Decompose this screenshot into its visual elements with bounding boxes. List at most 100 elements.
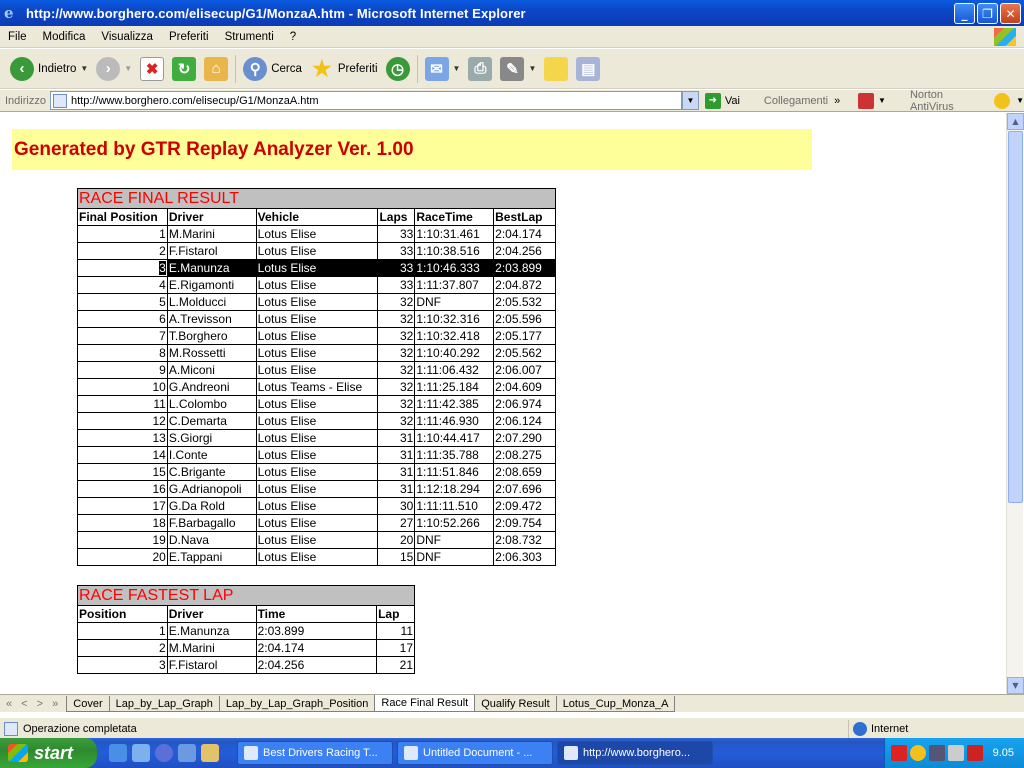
- table-cell: I.Conte: [166, 446, 257, 464]
- ie-quicklaunch-icon[interactable]: [109, 744, 127, 762]
- table-cell: 32: [377, 361, 416, 379]
- sheet-tab[interactable]: Lap_by_Lap_Graph_Position: [218, 696, 376, 712]
- table-cell: 32: [377, 412, 416, 430]
- ie-icon: e: [4, 4, 14, 22]
- norton-tray-icon[interactable]: [910, 745, 926, 761]
- address-input[interactable]: http://www.borghero.com/elisecup/G1/Monz…: [49, 91, 683, 110]
- favorites-button[interactable]: ★ Preferiti: [306, 52, 382, 86]
- note-icon: [544, 56, 569, 81]
- address-bar: Indirizzo http://www.borghero.com/elisec…: [0, 89, 1024, 113]
- menu-file[interactable]: File: [0, 31, 35, 43]
- network-icon[interactable]: [929, 745, 945, 761]
- print-button[interactable]: ⎙: [464, 52, 496, 86]
- vertical-scrollbar[interactable]: ▲ ▼: [1006, 113, 1024, 694]
- table-cell: 32: [377, 293, 416, 311]
- minimize-button[interactable]: _: [954, 3, 975, 24]
- sheet-tab[interactable]: Race Final Result: [374, 695, 476, 712]
- sheet-nav-arrows[interactable]: « < > »: [0, 695, 67, 712]
- task-button-untitled[interactable]: Untitled Document - ...: [397, 741, 553, 765]
- star-icon: ★: [312, 55, 332, 81]
- task-button-drivers[interactable]: Best Drivers Racing T...: [237, 741, 393, 765]
- search-button[interactable]: ⚲ Cerca: [239, 52, 306, 86]
- table-cell: 17: [376, 639, 415, 657]
- table-cell: M.Rossetti: [166, 344, 257, 362]
- table-row: 17 G.Da Rold Lotus Elise 30 1:11:11.510 2:09.…: [77, 497, 556, 515]
- media-player-icon[interactable]: [155, 744, 173, 762]
- document-icon: [404, 746, 418, 760]
- chevron-down-icon[interactable]: ▼: [1016, 96, 1024, 105]
- windows-logo-icon: [8, 744, 28, 762]
- table-cell: G.Andreoni: [166, 378, 257, 396]
- page-content: Generated by GTR Replay Analyzer Ver. 1.…: [2, 113, 1006, 694]
- task-button-browser[interactable]: http://www.borghero...: [557, 741, 713, 765]
- toolbar-separator: [235, 54, 237, 83]
- favorites-label: Preferiti: [337, 62, 378, 75]
- restore-button[interactable]: ❐: [977, 3, 998, 24]
- chevron-down-icon[interactable]: ▼: [80, 64, 88, 73]
- table-cell: 5: [77, 293, 168, 311]
- table-cell: Lotus Elise: [255, 446, 379, 464]
- sheet-tab[interactable]: Qualify Result: [474, 696, 557, 712]
- refresh-button[interactable]: ↻: [168, 52, 200, 86]
- app-quicklaunch-icon[interactable]: [201, 744, 219, 762]
- table-cell: C.Brigante: [166, 463, 257, 481]
- notes-button[interactable]: [540, 52, 572, 86]
- home-button[interactable]: ⌂: [200, 52, 232, 86]
- scroll-down-icon[interactable]: ▼: [1007, 677, 1024, 694]
- taskbar: start Best Drivers Racing T... Untitled …: [0, 738, 1024, 768]
- sheet-tab[interactable]: Cover: [66, 696, 110, 712]
- column-header: BestLap: [493, 208, 556, 226]
- table-cell: 15: [77, 463, 168, 481]
- table-cell: 32: [377, 327, 416, 345]
- ati-icon[interactable]: [891, 745, 907, 761]
- menu-help[interactable]: ?: [282, 31, 304, 43]
- menu-preferiti[interactable]: Preferiti: [161, 31, 217, 43]
- antivirus-label[interactable]: Norton AntiVirus: [910, 89, 988, 113]
- clock: 9.05: [992, 747, 1014, 759]
- table-cell: 2:08.275: [493, 446, 556, 464]
- chevron-down-icon[interactable]: ▼: [528, 64, 536, 73]
- research-button[interactable]: ▤: [572, 52, 604, 86]
- history-button[interactable]: ◷: [382, 52, 414, 86]
- fastest-lap-table: RACE FASTEST LAP Position Driver Time Lap 1…: [77, 585, 415, 674]
- table-cell: Lotus Elise: [255, 310, 379, 328]
- address-label: Indirizzo: [5, 94, 46, 107]
- table-cell: DNF: [414, 293, 495, 311]
- explorer-quicklaunch-icon[interactable]: [132, 744, 150, 762]
- status-bar: Operazione completata Internet: [0, 717, 1024, 739]
- chevron-down-icon[interactable]: ▼: [878, 96, 886, 105]
- norton-icon[interactable]: [994, 92, 1011, 109]
- links-label[interactable]: Collegamenti: [764, 95, 828, 107]
- address-dropdown-button[interactable]: ▼: [682, 91, 699, 110]
- scroll-thumb[interactable]: [1008, 131, 1023, 503]
- chevron-down-icon[interactable]: ▼: [124, 64, 132, 73]
- stop-button[interactable]: ✖: [136, 52, 168, 86]
- desktop-icon[interactable]: [178, 744, 196, 762]
- menu-strumenti[interactable]: Strumenti: [217, 31, 282, 43]
- volume-icon[interactable]: [948, 745, 964, 761]
- mail-button[interactable]: ✉ ▼: [421, 52, 465, 86]
- translate-icon[interactable]: [858, 92, 875, 109]
- chevron-right-icon[interactable]: »: [834, 95, 840, 107]
- table-cell: 2:06.007: [493, 361, 556, 379]
- table-cell: M.Marini: [166, 225, 257, 243]
- back-button[interactable]: ‹ Indietro ▼: [6, 52, 92, 86]
- sheet-tab[interactable]: Lotus_Cup_Monza_A: [555, 696, 676, 712]
- chevron-down-icon[interactable]: ▼: [453, 64, 461, 73]
- scroll-up-icon[interactable]: ▲: [1007, 113, 1024, 130]
- table-cell: Lotus Elise: [255, 429, 379, 447]
- go-button[interactable]: ➜ Vai: [704, 92, 740, 109]
- sheet-tab[interactable]: Lap_by_Lap_Graph: [108, 696, 220, 712]
- table-cell: 3: [77, 259, 168, 277]
- table-cell: 12: [77, 412, 168, 430]
- forward-button[interactable]: › ▼: [92, 52, 136, 86]
- menu-visualizza[interactable]: Visualizza: [93, 31, 161, 43]
- menu-modifica[interactable]: Modifica: [35, 31, 94, 43]
- winamp-icon[interactable]: [967, 745, 983, 761]
- edit-button[interactable]: ✎ ▼: [496, 52, 540, 86]
- table-row: 2 M.Marini 2:04.174 17: [77, 639, 415, 657]
- start-button[interactable]: start: [0, 738, 97, 768]
- table-cell: 1:10:46.333: [414, 259, 495, 277]
- close-button[interactable]: ✕: [1000, 3, 1021, 24]
- refresh-icon: ↻: [172, 56, 197, 81]
